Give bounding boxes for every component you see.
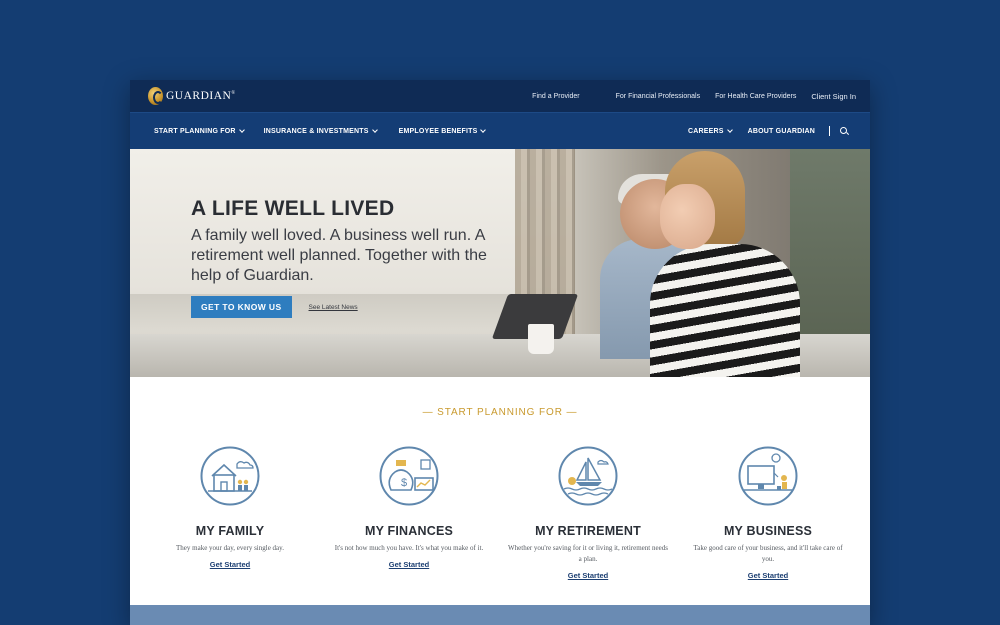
chevron-down-icon	[480, 126, 487, 133]
hero-banner: A LIFE WELL LIVED A family well loved. A…	[130, 149, 870, 377]
get-started-link[interactable]: Get Started	[568, 571, 608, 580]
see-latest-news-link[interactable]: See Latest News	[309, 304, 358, 311]
card-my-family: MY FAMILY They make your day, every sing…	[150, 446, 310, 572]
card-description: It's not how much you have. It's what yo…	[334, 544, 484, 552]
card-my-retirement: MY RETIREMENT Whether you're saving for …	[508, 446, 668, 583]
next-section-band	[130, 605, 870, 625]
hero-copy: A LIFE WELL LIVED A family well loved. A…	[191, 197, 511, 318]
nav-about-guardian[interactable]: ABOUT GUARDIAN	[748, 128, 815, 135]
get-to-know-us-button[interactable]: GET TO KNOW US	[191, 296, 292, 318]
registered-mark: ®	[231, 91, 236, 97]
svg-text:$: $	[401, 477, 407, 489]
card-title: MY FAMILY	[195, 524, 265, 538]
card-my-finances: $ MY FINANCES It's not how much you have…	[329, 446, 489, 572]
card-description: Take good care of your business, and it'…	[693, 544, 843, 563]
card-title: MY BUSINESS	[723, 524, 813, 538]
utility-links: Find a Provider For Financial Profession…	[532, 80, 856, 112]
chevron-down-icon	[726, 126, 733, 133]
card-title: MY FINANCES	[364, 524, 454, 538]
browser-page: GUARDIAN® Find a Provider For Financial …	[130, 80, 870, 625]
card-my-business: MY BUSINESS Take good care of your busin…	[688, 446, 848, 583]
get-started-link[interactable]: Get Started	[389, 560, 429, 569]
card-title: MY RETIREMENT	[535, 524, 641, 538]
utility-bar: GUARDIAN® Find a Provider For Financial …	[130, 80, 870, 112]
nav-employee-benefits[interactable]: EMPLOYEE BENEFITS	[399, 126, 487, 135]
family-house-icon	[200, 446, 260, 506]
main-nav: START PLANNING FOR INSURANCE & INVESTMEN…	[130, 112, 870, 149]
guardian-logo[interactable]: GUARDIAN®	[148, 87, 236, 105]
planning-cards: MY FAMILY They make your day, every sing…	[130, 446, 870, 586]
link-find-provider[interactable]: Find a Provider	[532, 93, 579, 100]
search-icon[interactable]	[840, 127, 848, 135]
computer-desk-icon	[738, 446, 798, 506]
get-started-link[interactable]: Get Started	[748, 571, 788, 580]
mug-image	[528, 324, 554, 354]
hero-title: A LIFE WELL LIVED	[191, 197, 395, 220]
money-bag-icon: $	[379, 446, 439, 506]
sailboat-icon	[558, 446, 618, 506]
card-description: Whether you're saving for it or living i…	[508, 544, 668, 563]
chevron-down-icon	[371, 126, 378, 133]
link-financial-professionals[interactable]: For Financial Professionals	[616, 93, 700, 100]
chevron-down-icon	[238, 126, 245, 133]
card-description: They make your day, every single day.	[176, 544, 284, 552]
nav-start-planning[interactable]: START PLANNING FOR	[154, 126, 245, 135]
nav-insurance-investments[interactable]: INSURANCE & INVESTMENTS	[264, 126, 378, 135]
link-client-sign-in[interactable]: Client Sign In	[811, 92, 856, 101]
guardian-logo-icon	[148, 87, 163, 105]
nav-careers[interactable]: CAREERS	[688, 126, 733, 135]
nav-separator	[829, 126, 830, 136]
start-planning-heading: — START PLANNING FOR —	[422, 407, 578, 418]
brand-name: GUARDIAN	[166, 90, 232, 102]
get-started-link[interactable]: Get Started	[210, 560, 250, 569]
link-health-care-providers[interactable]: For Health Care Providers	[715, 93, 796, 100]
hero-subtitle: A family well loved. A business well run…	[191, 227, 487, 284]
